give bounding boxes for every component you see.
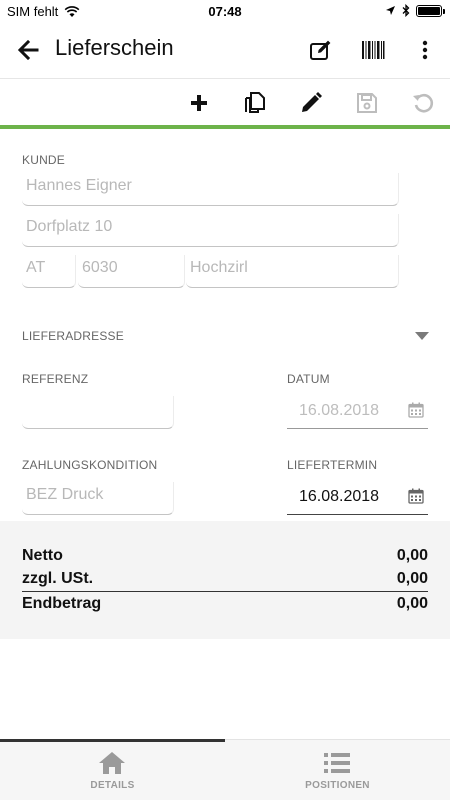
add-button[interactable] xyxy=(184,88,214,118)
edit-note-button[interactable] xyxy=(306,35,336,65)
page-title: Lieferschein xyxy=(55,35,174,60)
save-button[interactable] xyxy=(352,88,382,118)
delivery-date-label: LIEFERTERMIN xyxy=(287,458,378,472)
tab-positions[interactable]: POSITIONEN xyxy=(225,740,450,800)
list-icon xyxy=(324,753,350,773)
delivery-address-toggle[interactable]: LIEFERADRESSE xyxy=(22,329,124,343)
reference-field[interactable] xyxy=(22,396,174,429)
more-vert-icon xyxy=(422,40,428,60)
undo-button[interactable] xyxy=(408,88,438,118)
customer-city-field[interactable]: Hochzirl xyxy=(186,255,399,288)
app-bar-actions xyxy=(284,35,440,65)
bluetooth-icon xyxy=(402,4,410,17)
app-bar: Lieferschein xyxy=(0,22,450,78)
battery-level xyxy=(418,6,440,15)
reference-label: REFERENZ xyxy=(22,372,89,386)
date-field[interactable]: 16.08.2018 xyxy=(287,396,428,429)
accent-divider xyxy=(0,125,450,129)
status-time: 07:48 xyxy=(208,4,242,19)
payment-terms-field[interactable]: BEZ Druck xyxy=(22,482,174,515)
totals-divider xyxy=(22,591,428,592)
net-value: 0,00 xyxy=(396,547,428,564)
customer-country-field[interactable]: AT xyxy=(22,255,76,288)
status-bar: SIM fehlt 07:48 xyxy=(0,0,450,22)
add-icon xyxy=(191,95,207,111)
net-label: Netto xyxy=(22,547,63,564)
copy-icon xyxy=(245,92,265,113)
status-right xyxy=(385,4,445,17)
customer-street-placeholder: Dorfplatz 10 xyxy=(26,218,113,235)
total-label: Endbetrag xyxy=(22,595,102,612)
home-icon xyxy=(99,752,125,774)
barcode-button[interactable] xyxy=(358,35,388,65)
edit-button[interactable] xyxy=(296,88,326,118)
payment-terms-placeholder: BEZ Druck xyxy=(26,486,104,503)
back-arrow-icon xyxy=(17,40,39,60)
customer-city-placeholder: Hochzirl xyxy=(190,259,248,276)
vat-row: zzgl. USt. 0,00 xyxy=(22,568,428,592)
calendar-icon[interactable] xyxy=(408,488,424,504)
tab-details-label: DETAILS xyxy=(90,780,135,791)
save-icon xyxy=(357,93,377,113)
customer-country-placeholder: AT xyxy=(26,259,46,276)
calendar-icon[interactable] xyxy=(408,402,424,418)
date-value: 16.08.2018 xyxy=(299,402,380,419)
location-arrow-icon xyxy=(386,6,395,15)
barcode-icon xyxy=(362,41,385,59)
battery-icon xyxy=(416,4,445,17)
totals-panel: Netto 0,00 zzgl. USt. 0,00 Endbetrag 0,0… xyxy=(0,521,450,639)
back-button[interactable] xyxy=(14,36,42,64)
chevron-down-icon[interactable] xyxy=(415,332,429,340)
vat-label: zzgl. USt. xyxy=(22,570,94,587)
net-row: Netto 0,00 xyxy=(22,545,428,569)
tab-positions-label: POSITIONEN xyxy=(305,780,370,791)
customer-street-field[interactable]: Dorfplatz 10 xyxy=(22,214,399,247)
bottom-tab-bar: DETAILS POSITIONEN xyxy=(0,739,450,800)
edit-note-icon xyxy=(310,40,331,60)
total-row: Endbetrag 0,00 xyxy=(22,593,428,617)
customer-name-placeholder: Hannes Eigner xyxy=(26,177,132,194)
customer-name-field[interactable]: Hannes Eigner xyxy=(22,173,399,206)
customer-zip-placeholder: 6030 xyxy=(82,259,118,276)
pencil-icon xyxy=(302,92,322,112)
customer-section-label: KUNDE xyxy=(22,153,66,167)
copy-button[interactable] xyxy=(240,88,270,118)
toolbar-actions xyxy=(158,88,438,118)
more-menu-button[interactable] xyxy=(410,35,440,65)
vat-value: 0,00 xyxy=(396,570,428,587)
undo-icon xyxy=(413,93,434,113)
tab-details[interactable]: DETAILS xyxy=(0,740,225,800)
customer-zip-field[interactable]: 6030 xyxy=(78,255,185,288)
action-toolbar xyxy=(0,78,450,125)
delivery-date-field[interactable]: 16.08.2018 xyxy=(287,482,428,515)
total-value: 0,00 xyxy=(396,595,428,612)
date-label: DATUM xyxy=(287,372,330,386)
payment-terms-label: ZAHLUNGSKONDITION xyxy=(22,458,158,472)
delivery-date-value: 16.08.2018 xyxy=(299,488,380,505)
